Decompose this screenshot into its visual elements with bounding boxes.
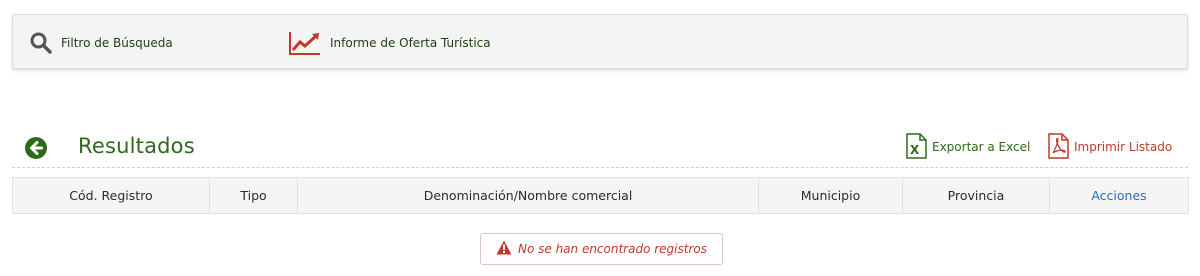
search-toolbar: Filtro de Búsqueda Informe de Oferta Tur… <box>12 14 1188 69</box>
no-records-alert: No se han encontrado registros <box>480 233 723 265</box>
tourism-report-button[interactable]: Informe de Oferta Turística <box>288 15 491 70</box>
column-header-municipio[interactable]: Municipio <box>758 177 903 214</box>
print-list-link[interactable]: Imprimir Listado <box>1046 132 1173 162</box>
arrow-left-circle-icon <box>25 137 47 159</box>
results-header: Resultados X Exportar a Excel Imprimir L… <box>12 132 1188 168</box>
excel-icon: X <box>904 132 928 162</box>
tourism-report-label: Informe de Oferta Turística <box>330 35 491 50</box>
search-icon <box>29 31 53 55</box>
export-excel-link[interactable]: X Exportar a Excel <box>904 132 1031 162</box>
trend-chart-icon <box>288 30 322 56</box>
results-table: Cód. Registro Tipo Denominación/Nombre c… <box>12 177 1189 214</box>
table-header-row: Cód. Registro Tipo Denominación/Nombre c… <box>12 177 1189 214</box>
search-filter-label: Filtro de Búsqueda <box>61 35 173 50</box>
column-header-registro[interactable]: Cód. Registro <box>12 177 210 214</box>
print-list-label: Imprimir Listado <box>1074 140 1173 154</box>
pdf-icon <box>1046 132 1070 162</box>
column-header-denominacion[interactable]: Denominación/Nombre comercial <box>297 177 759 214</box>
back-button[interactable] <box>25 137 47 159</box>
results-title: Resultados <box>78 134 195 158</box>
svg-text:X: X <box>910 143 920 157</box>
warning-icon <box>496 240 512 258</box>
export-excel-label: Exportar a Excel <box>932 140 1031 154</box>
search-filter-button[interactable]: Filtro de Búsqueda <box>29 15 173 70</box>
column-header-tipo[interactable]: Tipo <box>209 177 298 214</box>
column-header-acciones: Acciones <box>1049 177 1189 214</box>
no-records-message: No se han encontrado registros <box>517 242 707 256</box>
column-header-provincia[interactable]: Provincia <box>902 177 1050 214</box>
